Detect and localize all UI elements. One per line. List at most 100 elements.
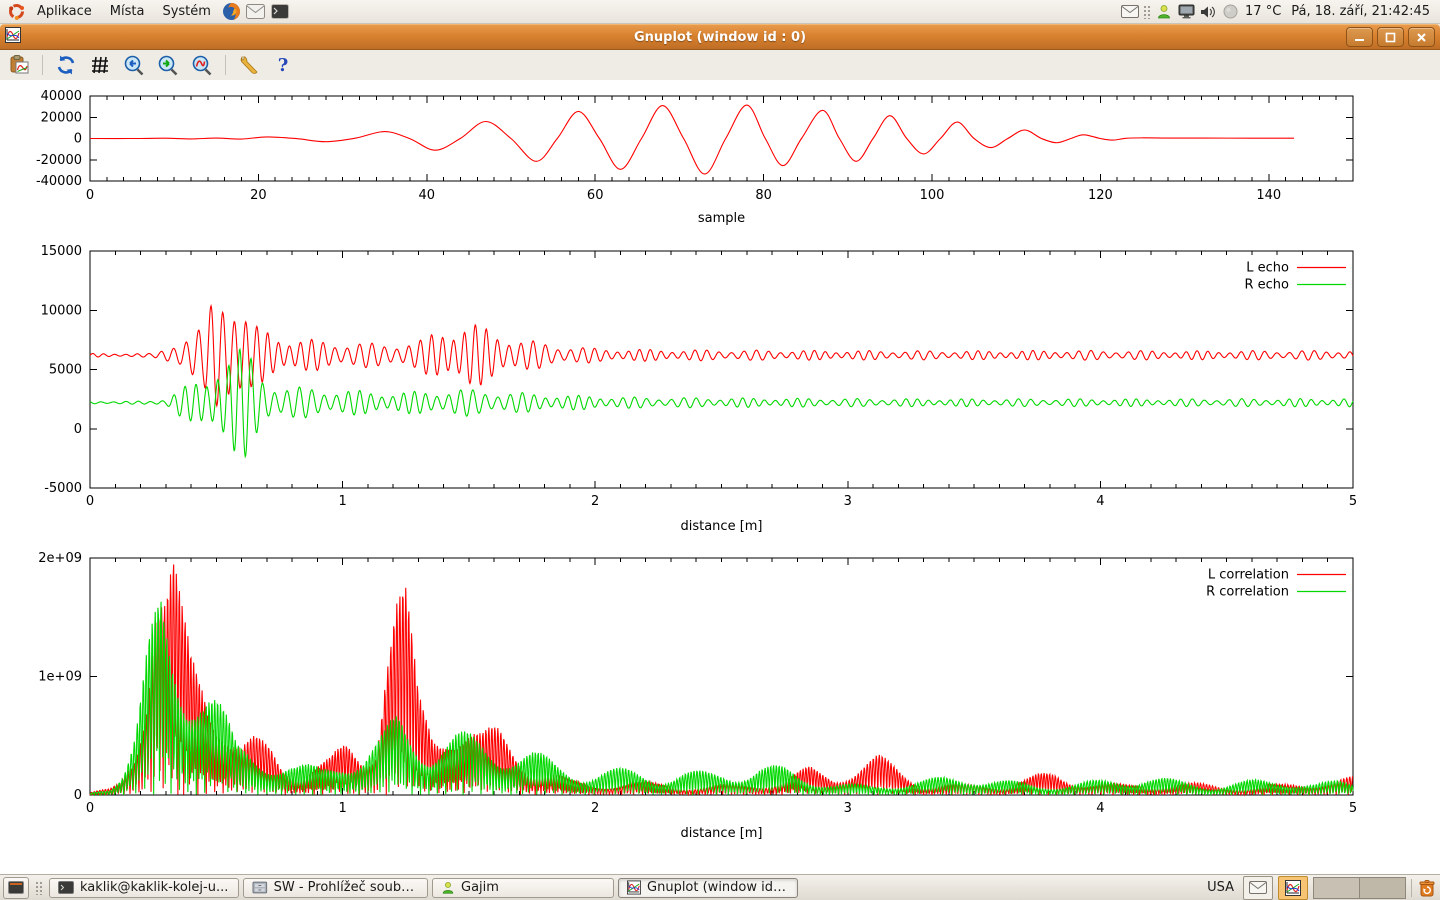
tick-label: 60 bbox=[587, 188, 604, 203]
toolbar: ? bbox=[0, 50, 1440, 81]
legend-label: L correlation bbox=[1208, 568, 1289, 583]
x-axis-label: distance [m] bbox=[680, 519, 762, 534]
tick-label: 5000 bbox=[49, 363, 82, 378]
close-button[interactable] bbox=[1408, 27, 1435, 47]
menu-system-label: Systém bbox=[162, 4, 210, 19]
workspace-1[interactable] bbox=[1314, 878, 1359, 898]
tick-label: -40000 bbox=[36, 174, 82, 189]
task-button-terminal[interactable]: kaklik@kaklik-kolej-u... bbox=[49, 878, 239, 898]
chart-1: 020406080100120140-40000-200000200004000… bbox=[36, 89, 1353, 226]
gnuplot-window: Gnuplot (window id : 0) bbox=[0, 24, 1440, 874]
task-label: SW - Prohlížeč souborů bbox=[274, 880, 419, 895]
series-l-correlation bbox=[90, 564, 1353, 795]
legend-label: R correlation bbox=[1206, 585, 1289, 600]
tick-label: 40 bbox=[419, 188, 436, 203]
taskbar-mail-button[interactable] bbox=[1243, 876, 1273, 900]
options-wrench-icon[interactable] bbox=[236, 52, 262, 78]
refresh-icon[interactable] bbox=[53, 52, 79, 78]
volume-icon[interactable] bbox=[1197, 0, 1219, 23]
tick-label: 1 bbox=[338, 801, 346, 816]
gajim-icon bbox=[441, 881, 455, 895]
tick-label: 0 bbox=[74, 788, 82, 803]
tick-label: 0 bbox=[86, 801, 94, 816]
menu-applications[interactable]: Aplikace bbox=[28, 0, 101, 23]
zoom-back-icon[interactable] bbox=[121, 52, 147, 78]
x-axis-label: distance [m] bbox=[680, 826, 762, 841]
tick-label: -20000 bbox=[36, 153, 82, 168]
maximize-button[interactable] bbox=[1377, 27, 1404, 47]
minimize-button[interactable] bbox=[1346, 27, 1373, 47]
terminal-icon bbox=[58, 881, 74, 894]
task-label: Gnuplot (window id : 0) bbox=[647, 880, 789, 895]
series-r-correlation bbox=[90, 602, 1353, 795]
legend-label: R echo bbox=[1244, 278, 1289, 293]
keyboard-layout-indicator[interactable]: USA bbox=[1203, 880, 1238, 895]
tick-label: 1e+09 bbox=[38, 670, 82, 685]
firefox-icon[interactable] bbox=[220, 0, 244, 23]
series-r-echo bbox=[90, 349, 1353, 456]
axes bbox=[90, 558, 1353, 795]
zoom-forward-icon[interactable] bbox=[155, 52, 181, 78]
temperature-indicator[interactable]: 17 °C bbox=[1241, 4, 1285, 19]
display-icon[interactable] bbox=[1175, 0, 1197, 23]
workspace-2[interactable] bbox=[1359, 878, 1405, 898]
ubuntu-logo-icon[interactable] bbox=[4, 0, 28, 23]
menu-places-label: Místa bbox=[110, 4, 145, 19]
tray-handle[interactable] bbox=[1143, 5, 1151, 19]
taskbar-separator bbox=[1411, 879, 1412, 897]
menu-system[interactable]: Systém bbox=[153, 0, 219, 23]
tick-label: 5 bbox=[1349, 801, 1357, 816]
plot-canvas[interactable]: 020406080100120140-40000-200000200004000… bbox=[0, 80, 1440, 874]
tick-label: 20 bbox=[250, 188, 267, 203]
x-axis-label: sample bbox=[698, 211, 745, 226]
weather-icon[interactable] bbox=[1219, 0, 1241, 23]
task-button-file-browser[interactable]: SW - Prohlížeč souborů bbox=[243, 878, 428, 898]
help-icon[interactable]: ? bbox=[270, 52, 296, 78]
panel-menus: Aplikace Místa Systém bbox=[4, 0, 292, 23]
legend-label: L echo bbox=[1246, 261, 1289, 276]
clock[interactable]: Pá, 18. září, 21:42:45 bbox=[1285, 4, 1436, 19]
window-title: Gnuplot (window id : 0) bbox=[0, 30, 1440, 45]
tick-label: 3 bbox=[844, 801, 852, 816]
toolbar-separator bbox=[42, 55, 43, 75]
gnuplot-icon bbox=[627, 880, 641, 895]
window-list-button[interactable] bbox=[3, 877, 29, 899]
gajim-icon[interactable] bbox=[1153, 0, 1175, 23]
mail-icon[interactable] bbox=[244, 0, 268, 23]
tray-mail-icon[interactable] bbox=[1119, 0, 1141, 23]
task-button-gajim[interactable]: Gajim bbox=[432, 878, 614, 898]
task-button-gnuplot[interactable]: Gnuplot (window id : 0) bbox=[618, 878, 798, 898]
panel-tray: 17 °C Pá, 18. září, 21:42:45 bbox=[1119, 0, 1436, 23]
copy-plot-icon[interactable] bbox=[6, 52, 32, 78]
zoom-reset-icon[interactable] bbox=[189, 52, 215, 78]
toolbar-separator bbox=[225, 55, 226, 75]
terminal-icon[interactable] bbox=[268, 0, 292, 23]
mail-icon bbox=[1249, 881, 1267, 894]
trash-icon[interactable] bbox=[1417, 878, 1437, 898]
tick-label: 0 bbox=[74, 422, 82, 437]
taskbar: kaklik@kaklik-kolej-u... SW - Prohlížeč … bbox=[0, 874, 1440, 900]
tick-label: 80 bbox=[755, 188, 772, 203]
tick-label: 20000 bbox=[41, 110, 82, 125]
tick-label: 3 bbox=[844, 494, 852, 509]
tick-label: 1 bbox=[338, 494, 346, 509]
gnuplot-icon bbox=[1285, 880, 1301, 896]
workspace-switcher bbox=[1313, 877, 1406, 899]
tick-label: 5 bbox=[1349, 494, 1357, 509]
taskbar-gnuplot-button[interactable] bbox=[1278, 876, 1308, 900]
chart-3: 01234501e+092e+09distance [m]L correlati… bbox=[38, 551, 1357, 841]
chart-2: 012345-5000050001000015000distance [m]L … bbox=[41, 244, 1358, 534]
desktop: Aplikace Místa Systém bbox=[0, 0, 1440, 900]
series-chirp bbox=[90, 105, 1294, 174]
grid-icon[interactable] bbox=[87, 52, 113, 78]
titlebar[interactable]: Gnuplot (window id : 0) bbox=[0, 24, 1440, 50]
tick-label: 4 bbox=[1096, 494, 1104, 509]
tick-label: 2 bbox=[591, 494, 599, 509]
gnuplot-charts[interactable]: 020406080100120140-40000-200000200004000… bbox=[0, 80, 1440, 874]
task-label: kaklik@kaklik-kolej-u... bbox=[80, 880, 228, 895]
taskbar-drag-handle[interactable] bbox=[35, 881, 43, 895]
series-l-echo bbox=[90, 306, 1353, 406]
menu-places[interactable]: Místa bbox=[101, 0, 154, 23]
axes bbox=[90, 251, 1353, 488]
tick-label: 0 bbox=[86, 494, 94, 509]
